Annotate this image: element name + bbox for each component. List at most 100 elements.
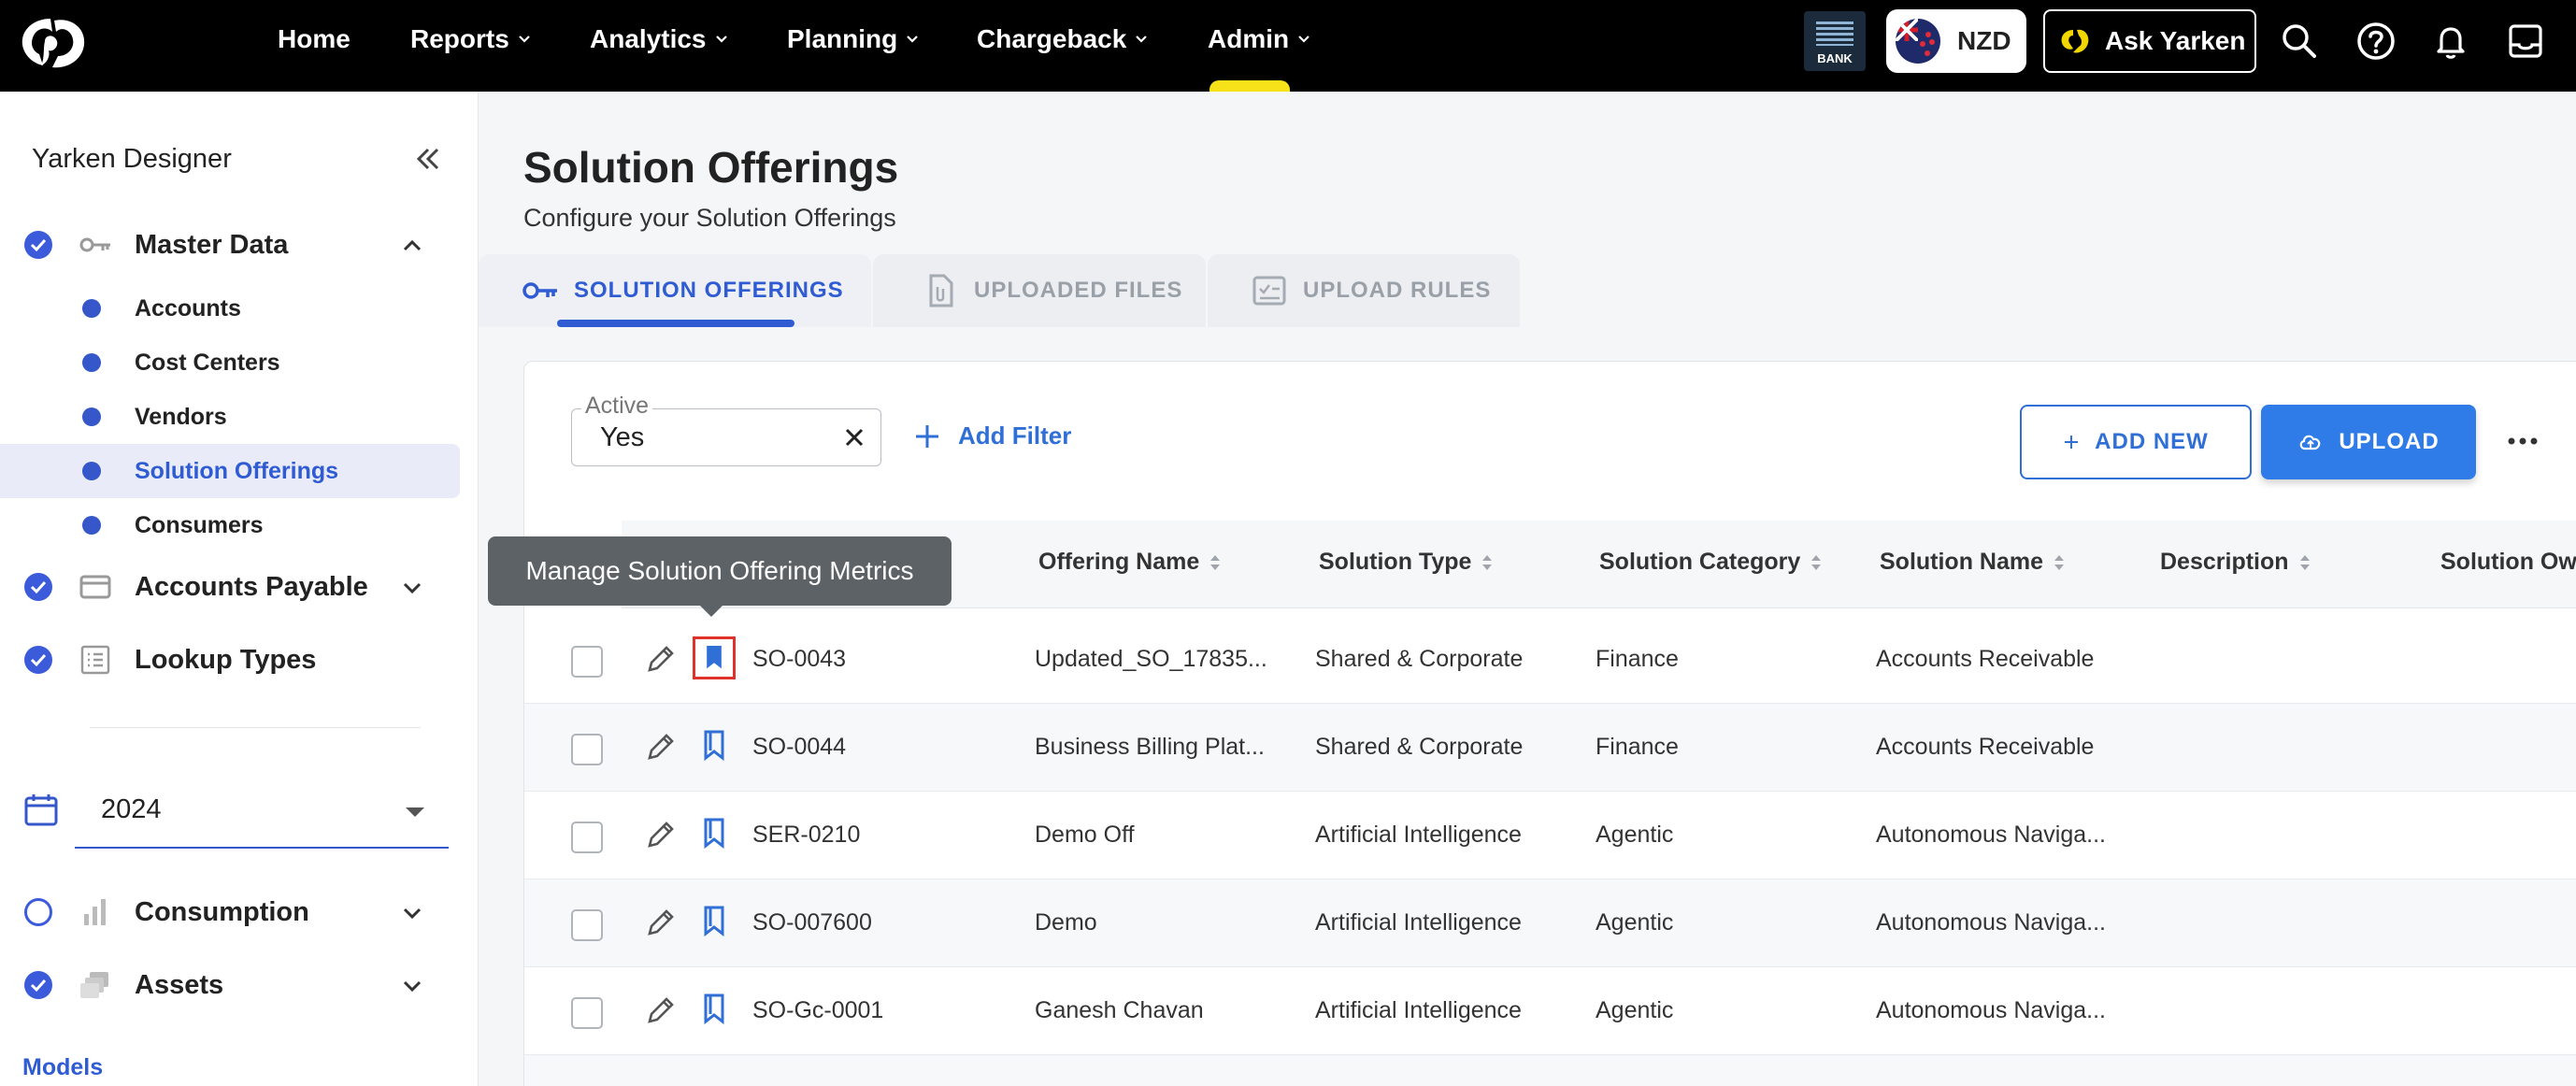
column-header-solution-category[interactable]: Solution Category [1599,549,1823,576]
edit-pencil-icon[interactable] [644,730,678,764]
cell-solution-category: Finance [1596,734,1679,760]
cell-solution-name: Autonomous Naviga... [1876,822,2106,848]
tab-uploaded-files[interactable]: UPLOADED FILES [873,254,1206,327]
inbox-icon[interactable] [2505,21,2546,62]
plus-icon [2065,436,2079,449]
year-select[interactable]: 2024 [75,774,449,849]
row-checkbox[interactable] [571,646,603,678]
sidebar-item-solution-offerings[interactable]: Solution Offerings [0,444,460,498]
nav-reports[interactable]: Reports [410,24,532,54]
tab-solution-offerings[interactable]: SOLUTION OFFERINGS [479,254,871,327]
sort-icon [2299,554,2310,570]
row-checkbox[interactable] [571,997,603,1029]
bookmark-outline-icon[interactable] [693,988,736,1031]
check-circle-icon [24,971,52,999]
sidebar-section-assets[interactable]: Assets [135,970,223,1001]
row-checkbox[interactable] [571,734,603,765]
chevron-down-icon[interactable] [398,972,426,1000]
edit-pencil-icon[interactable] [644,818,678,851]
bar-chart-icon [84,899,106,925]
sidebar-section-master-data[interactable]: Master Data [135,230,288,261]
check-circle-icon [24,573,52,601]
cell-solution-type: Shared & Corporate [1315,734,1524,760]
bank-badge[interactable]: BANK [1804,11,1866,71]
collapse-sidebar-icon[interactable] [411,142,445,176]
credit-card-icon [79,575,111,599]
search-icon[interactable] [2279,21,2320,62]
row-checkbox[interactable] [571,822,603,853]
column-header-solution-owner[interactable]: Solution Own [2440,549,2576,576]
sidebar-section-consumption[interactable]: Consumption [135,897,309,928]
sidebar-item-cost-centers[interactable]: Cost Centers [0,336,460,390]
sidebar-item-consumers[interactable]: Consumers [0,498,460,552]
cloud-upload-icon [2299,435,2321,450]
tab-upload-rules[interactable]: UPLOAD RULES [1208,254,1520,327]
sort-icon [1811,554,1822,570]
list-icon [80,645,110,675]
chevron-up-icon[interactable] [398,232,426,260]
filter-value: Yes [600,422,645,452]
filter-label: Active [581,393,653,420]
year-value: 2024 [101,794,162,824]
nav-analytics-label: Analytics [590,24,707,53]
cell-solution-type: Artificial Intelligence [1315,822,1522,848]
column-header-description[interactable]: Description [2160,549,2311,576]
bookmark-outline-icon[interactable] [693,812,736,855]
nav-home[interactable]: Home [278,24,351,54]
nav-planning-label: Planning [787,24,898,53]
nav-planning[interactable]: Planning [787,24,920,54]
more-options-icon[interactable] [2504,427,2541,455]
column-header-offering-name[interactable]: Offering Name [1038,549,1222,576]
edit-pencil-icon[interactable] [644,993,678,1027]
chevron-down-icon[interactable] [398,574,426,602]
tooltip: Manage Solution Offering Metrics [488,536,952,617]
edit-pencil-icon[interactable] [644,906,678,939]
nav-admin[interactable]: Admin [1208,24,1311,54]
column-header-solution-type[interactable]: Solution Type [1319,549,1494,576]
close-icon[interactable] [841,424,867,450]
column-header-solution-name[interactable]: Solution Name [1880,549,2066,576]
sort-icon [2054,554,2065,570]
currency-selector[interactable]: NZD [1886,9,2026,73]
sidebar-section-lookup-types[interactable]: Lookup Types [135,645,316,676]
check-circle-icon [24,646,52,674]
bookmark-outline-icon[interactable] [693,724,736,767]
row-checkbox[interactable] [571,909,603,941]
add-filter-button[interactable]: Add Filter [913,422,1071,450]
bank-badge-label: BANK [1817,51,1853,65]
assets-stack-icon [80,972,108,998]
bookmark-filled-icon[interactable] [693,636,736,679]
sidebar-link-models[interactable]: Models [22,1054,103,1081]
cell-solution-category: Agentic [1596,909,1674,936]
sidebar-item-label: Solution Offerings [135,457,339,484]
help-icon[interactable] [2355,21,2397,62]
nav-admin-label: Admin [1208,24,1290,53]
notification-bell-icon[interactable] [2430,21,2471,62]
sidebar-item-vendors[interactable]: Vendors [0,390,460,444]
chevron-down-icon [1298,36,1309,43]
sidebar-item-label: Cost Centers [135,349,280,376]
table-row: SO-0043 Updated_SO_17835... Shared & Cor… [524,616,2576,704]
sidebar-title: Yarken Designer [32,144,232,174]
chevron-down-icon[interactable] [398,899,426,927]
nav-analytics[interactable]: Analytics [590,24,729,54]
active-filter-chip[interactable]: Active Yes [571,393,881,466]
cell-offering-name: Updated_SO_17835... [1035,646,1267,672]
tab-label: UPLOADED FILES [974,278,1183,303]
cell-offering-code: SO-0044 [752,734,847,760]
yarken-logo-icon[interactable] [17,13,90,73]
cell-offering-name: Demo Off [1035,822,1135,848]
bank-icon [1816,21,1853,46]
table-row-partial [524,1055,2576,1086]
nav-chargeback[interactable]: Chargeback [977,24,1149,54]
bookmark-outline-icon[interactable] [693,900,736,943]
edit-pencil-icon[interactable] [644,642,678,676]
sidebar-divider [90,727,421,728]
add-new-button[interactable]: ADD NEW [2020,405,2252,479]
column-header-label: Solution Category [1599,549,1801,575]
ask-yarken-button[interactable]: Ask Yarken [2043,9,2256,73]
sidebar-section-accounts-payable[interactable]: Accounts Payable [135,572,368,603]
bullet-icon [82,462,101,480]
sidebar-item-accounts[interactable]: Accounts [0,281,460,336]
upload-button[interactable]: UPLOAD [2261,405,2476,479]
